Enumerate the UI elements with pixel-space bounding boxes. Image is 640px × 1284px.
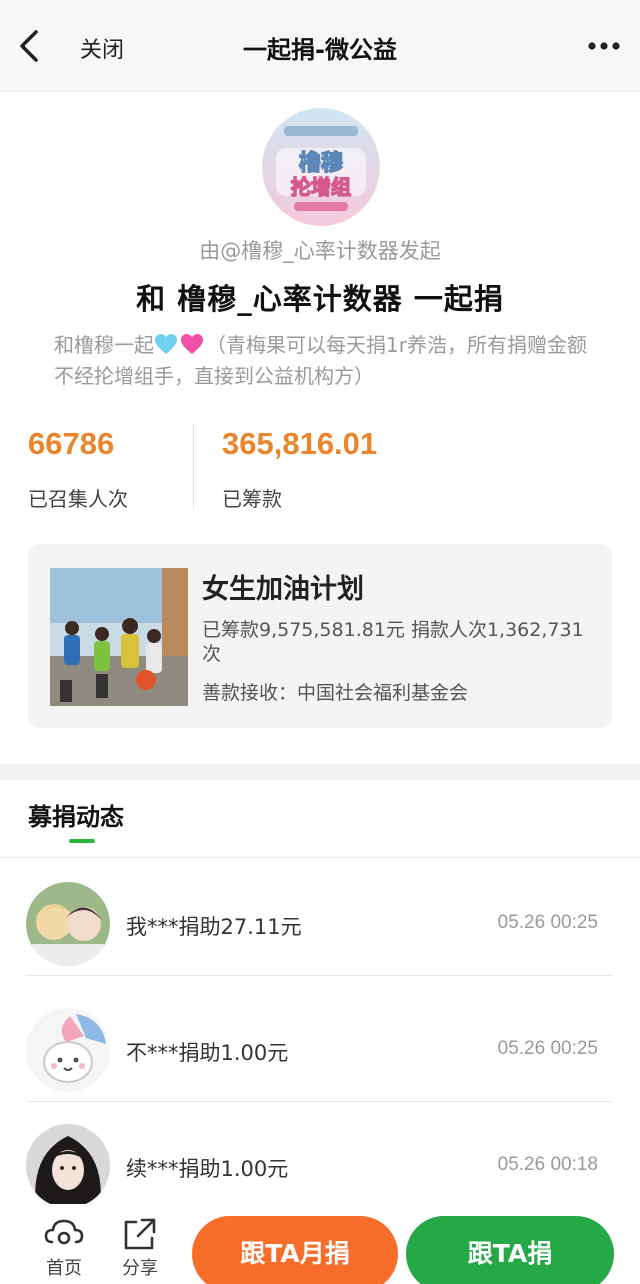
donor-avatar — [26, 1124, 110, 1208]
share-icon — [124, 1218, 156, 1250]
raised-amount-label: 已筹款 — [222, 487, 282, 511]
more-options-icon[interactable] — [584, 28, 624, 64]
project-card[interactable]: 女生加油计划 已筹款9,575,581.81元 捐款人次1,362,731次 善… — [28, 544, 612, 728]
donation-row[interactable]: 续***捐助1.00元 05.26 00:18 — [0, 1100, 640, 1218]
donation-text: 续***捐助1.00元 — [126, 1157, 289, 1181]
navigation-bar: 关闭 一起捐-微公益 — [0, 0, 640, 92]
row-separator — [26, 975, 612, 976]
initiator-text: 由@橹穆_心率计数器发起 — [199, 239, 441, 263]
project-thumbnail — [50, 568, 188, 706]
stats-divider — [193, 424, 194, 508]
donor-avatar — [26, 1008, 110, 1092]
campaign-description: 和橹穆一起 （青梅果可以每天捐1r养浩，所有捐赠金额不经抡增组手，直接到公益机构方… — [54, 330, 594, 392]
donation-row[interactable]: 不***捐助1.00元 05.26 00:25 — [0, 984, 640, 1102]
people-count-label: 已召集人次 — [28, 487, 128, 511]
project-title: 女生加油计划 — [202, 574, 364, 605]
home-label: 首页 — [46, 1258, 82, 1279]
project-stats: 已筹款9,575,581.81元 捐款人次1,362,731次 — [202, 619, 584, 665]
donor-avatar — [26, 882, 110, 966]
campaign-headline: 和 橹穆_心率计数器 一起捐 — [136, 282, 504, 316]
donate-button[interactable]: 跟TA捐 — [406, 1216, 614, 1284]
share-label: 分享 — [122, 1258, 158, 1279]
donation-row[interactable]: 我***捐助27.11元 05.26 00:25 — [0, 858, 640, 976]
tab-donation-feed[interactable]: 募捐动态 — [28, 797, 124, 832]
donation-text: 不***捐助1.00元 — [126, 1041, 289, 1065]
blue-heart-icon — [155, 334, 177, 354]
raised-amount: 365,816.01 — [222, 426, 378, 461]
share-button[interactable]: 分享 — [110, 1216, 170, 1280]
page-title: 一起捐-微公益 — [243, 36, 397, 64]
avatar-text-line-2: 抡增组 — [291, 175, 351, 199]
people-count: 66786 — [28, 426, 115, 461]
section-gap — [0, 764, 640, 780]
donation-time: 05.26 00:25 — [497, 912, 598, 933]
bottom-action-bar: 首页 分享 跟TA月捐 跟TA捐 — [0, 1204, 640, 1284]
donation-time: 05.26 00:25 — [497, 1038, 598, 1059]
project-receiver: 善款接收：中国社会福利基金会 — [202, 682, 469, 704]
monthly-donate-button[interactable]: 跟TA月捐 — [192, 1216, 398, 1284]
home-icon — [44, 1219, 84, 1245]
home-button[interactable]: 首页 — [34, 1216, 94, 1280]
avatar-text-line-1: 橹穆 — [299, 150, 343, 176]
tab-indicator — [69, 839, 95, 843]
description-prefix: 和橹穆一起 — [54, 333, 154, 357]
donation-text: 我***捐助27.11元 — [126, 915, 302, 939]
donation-time: 05.26 00:18 — [497, 1154, 598, 1175]
campaign-avatar: 橹穆 抡增组 — [262, 108, 380, 226]
pink-heart-icon — [181, 334, 203, 354]
